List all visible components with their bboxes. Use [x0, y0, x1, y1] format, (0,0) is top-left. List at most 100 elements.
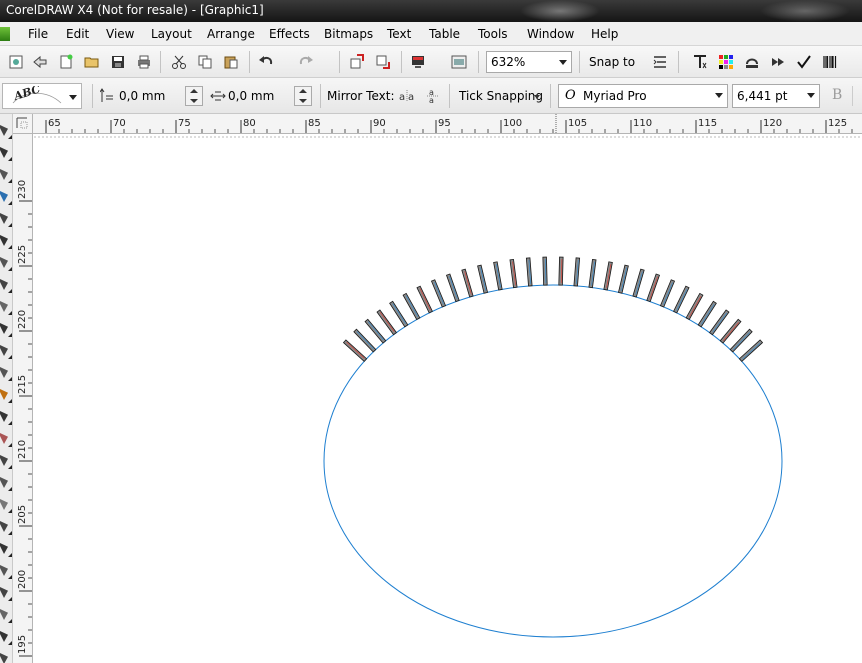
options-icon[interactable] — [650, 52, 670, 72]
copy-icon[interactable] — [195, 52, 215, 72]
path-text-glyph[interactable] — [632, 268, 645, 298]
path-text-glyph[interactable] — [430, 279, 447, 308]
toolbox-tool-icon[interactable] — [0, 296, 12, 318]
document-icon[interactable] — [0, 27, 10, 41]
spin-up-icon[interactable] — [299, 89, 307, 93]
path-text-glyph[interactable] — [685, 292, 704, 321]
path-text-glyph[interactable] — [461, 268, 474, 298]
toolbox-tool-icon[interactable] — [0, 428, 12, 450]
menu-edit[interactable]: Edit — [66, 27, 89, 41]
welcome-screen-icon[interactable] — [449, 52, 469, 72]
toolbox-tool-icon[interactable] — [0, 494, 12, 516]
vertical-ruler[interactable]: 230 225 220 215 210 205 200 195 — [13, 134, 33, 663]
new-icon[interactable] — [6, 52, 26, 72]
print-icon[interactable] — [134, 52, 154, 72]
paste-icon[interactable] — [221, 52, 241, 72]
path-text-glyph[interactable] — [558, 256, 564, 286]
import-icon[interactable] — [347, 52, 367, 72]
font-size-combo[interactable]: 6,441 pt — [732, 84, 820, 108]
color-palette-icon[interactable] — [716, 52, 736, 72]
tick-snapping-button[interactable]: Tick Snapping — [459, 89, 543, 103]
tick-snapping-dropdown-icon[interactable] — [534, 95, 540, 99]
menu-window[interactable]: Window — [527, 27, 574, 41]
path-text-glyph[interactable] — [389, 300, 409, 328]
toolbox-tool-icon[interactable] — [0, 384, 12, 406]
text-path-preset-combo[interactable]: ABC — [2, 83, 82, 109]
toolbox-tool-icon[interactable] — [0, 538, 12, 560]
path-text-glyph[interactable] — [402, 292, 421, 321]
path-text-glyph[interactable] — [525, 257, 533, 287]
menu-bitmaps[interactable]: Bitmaps — [324, 27, 373, 41]
toolbox-tool-icon[interactable] — [0, 450, 12, 472]
path-text-glyph[interactable] — [376, 309, 398, 336]
zoom-level-combo[interactable]: 632% — [486, 51, 572, 73]
horizontal-offset-spinner[interactable] — [294, 86, 312, 106]
menu-effects[interactable]: Effects — [269, 27, 310, 41]
path-text-glyph[interactable] — [617, 264, 629, 294]
undo-icon[interactable] — [256, 52, 276, 72]
toolbox-tool-icon[interactable] — [0, 604, 12, 626]
spin-down-icon[interactable] — [299, 99, 307, 103]
text-path-ellipse[interactable] — [323, 284, 783, 638]
toolbox-tool-icon[interactable] — [0, 340, 12, 362]
path-text-glyph[interactable] — [416, 285, 433, 314]
toolbox-tool-icon[interactable] — [0, 626, 12, 648]
export-icon[interactable] — [373, 52, 393, 72]
horizontal-offset-input[interactable]: 0,0 mm — [228, 89, 274, 103]
path-text-glyph[interactable] — [364, 318, 387, 344]
spin-down-icon[interactable] — [190, 99, 198, 103]
italic-button-partial[interactable] — [852, 86, 862, 106]
redo-icon[interactable] — [296, 52, 316, 72]
path-text-glyph[interactable] — [738, 339, 764, 362]
font-list-combo[interactable]: O Myriad Pro — [558, 84, 728, 108]
path-text-glyph[interactable] — [342, 339, 368, 362]
path-text-glyph[interactable] — [493, 261, 503, 291]
path-text-glyph[interactable] — [603, 261, 613, 291]
snap-to-button[interactable]: Snap to — [589, 55, 635, 69]
toolbox-tool-icon[interactable] — [0, 252, 12, 274]
toolbox-tool-icon[interactable] — [0, 208, 12, 230]
toolbox-tool-icon[interactable] — [0, 230, 12, 252]
path-text-glyph[interactable] — [445, 273, 460, 303]
toolbox-tool-icon[interactable] — [0, 582, 12, 604]
drawing-canvas[interactable] — [34, 135, 862, 663]
path-text-glyph[interactable] — [509, 258, 518, 289]
menu-file[interactable]: File — [28, 27, 48, 41]
fitted-text-ticks[interactable] — [342, 256, 764, 362]
path-text-glyph[interactable] — [646, 273, 661, 303]
menu-layout[interactable]: Layout — [151, 27, 192, 41]
ruler-origin[interactable] — [13, 114, 33, 134]
mirror-vertical-icon[interactable]: aa — [423, 86, 443, 106]
horizontal-ruler[interactable]: 65 70 75 80 85 90 95 100 105 110 115 120 125 — [33, 114, 862, 134]
menu-help[interactable]: Help — [591, 27, 618, 41]
menu-arrange[interactable]: Arrange — [207, 27, 255, 41]
drawing-surface[interactable] — [34, 135, 862, 663]
open-icon[interactable] — [82, 52, 102, 72]
path-text-glyph[interactable] — [573, 257, 581, 287]
path-text-glyph[interactable] — [353, 328, 377, 353]
toolbox-tool-icon[interactable] — [0, 560, 12, 582]
application-launcher-icon[interactable] — [408, 52, 428, 72]
mirror-horizontal-icon[interactable]: aa — [397, 86, 417, 106]
menu-text[interactable]: Text — [387, 27, 411, 41]
corel-connect-icon[interactable] — [742, 52, 762, 72]
bold-button[interactable]: B — [832, 87, 842, 103]
toolbox-tool-icon[interactable] — [0, 318, 12, 340]
toolbox-tool-icon[interactable] — [0, 142, 12, 164]
menu-table[interactable]: Table — [429, 27, 460, 41]
path-text-glyph[interactable] — [708, 309, 730, 336]
toolbox-tool-icon[interactable] — [0, 648, 12, 663]
toolbox-tool-icon[interactable] — [0, 274, 12, 296]
cut-icon[interactable] — [169, 52, 189, 72]
path-text-glyph[interactable] — [729, 328, 753, 353]
toolbox-tool-icon[interactable] — [0, 186, 12, 208]
path-text-glyph[interactable] — [477, 264, 489, 294]
text-properties-icon[interactable] — [690, 52, 710, 72]
menu-view[interactable]: View — [106, 27, 134, 41]
check-spelling-icon[interactable] — [794, 52, 814, 72]
path-text-glyph[interactable] — [673, 285, 690, 314]
path-text-glyph[interactable] — [719, 318, 742, 344]
path-text-glyph[interactable] — [542, 256, 548, 286]
toolbox-tool-icon[interactable] — [0, 516, 12, 538]
path-text-glyph[interactable] — [588, 258, 597, 289]
